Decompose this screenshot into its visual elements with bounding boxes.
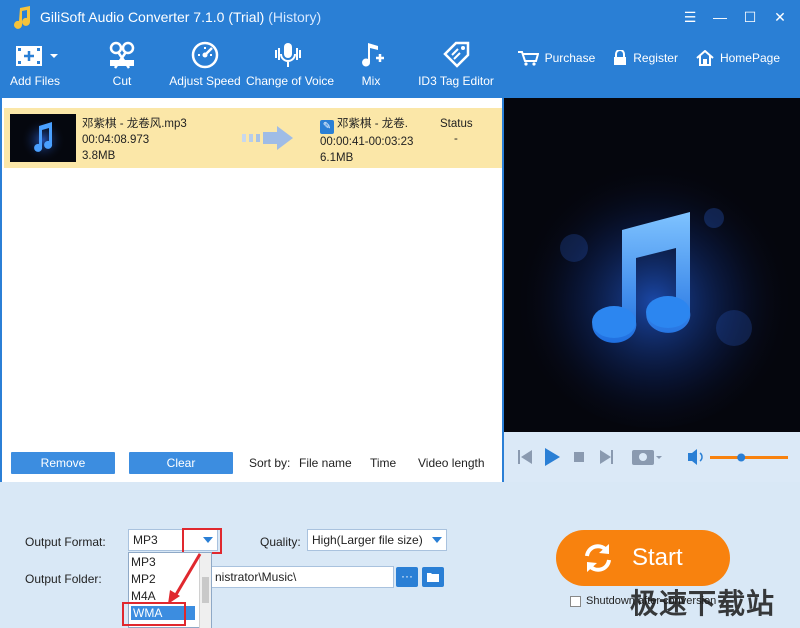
purchase-link[interactable]: Purchase [517, 50, 596, 66]
stop-icon[interactable] [574, 452, 584, 462]
file-thumbnail [10, 114, 76, 162]
scissors-icon [109, 41, 135, 69]
pointer-arrow-icon [168, 553, 202, 604]
shutdown-checkbox[interactable] [570, 595, 581, 607]
start-button[interactable]: Start [556, 530, 730, 586]
quality-value: High(Larger file size) [312, 533, 423, 547]
watermark-text: 极速下载站 [630, 587, 776, 620]
register-label: Register [633, 51, 678, 65]
browse-button[interactable]: ··· [396, 567, 418, 587]
register-link[interactable]: Register [613, 50, 678, 66]
folder-icon [427, 573, 439, 582]
purchase-label: Purchase [544, 51, 596, 65]
add-files-button[interactable]: Add Files [10, 40, 60, 88]
change-voice-button[interactable]: Change of Voice [246, 40, 335, 88]
output-file-name: 邓紫棋 - 龙卷. [337, 118, 408, 130]
convert-arrow-icon [240, 126, 296, 153]
title-bar: GiliSoft Audio Converter 7.1.0 (Trial) (… [0, 0, 800, 36]
change-voice-label: Change of Voice [246, 74, 335, 88]
source-size: 3.8MB [82, 150, 116, 162]
main-toolbar: Add Files Cut Adjust Speed Change of Voi… [0, 36, 800, 98]
microphone-wave-icon [275, 43, 301, 67]
maximize-icon[interactable]: ☐ [738, 6, 762, 28]
menu-icon[interactable]: ☰ [678, 6, 702, 28]
player-controls [504, 432, 800, 482]
app-title: GiliSoft Audio Converter 7.1.0 (Trial) [40, 9, 265, 25]
minimize-icon[interactable]: — [708, 6, 732, 28]
file-row[interactable]: 邓紫棋 - 龙卷风.mp3 00:04:08.973 3.8MB ✎ 邓紫棋 - … [4, 108, 502, 168]
format-option-m4a[interactable]: M4A [131, 589, 156, 603]
home-icon [696, 50, 714, 66]
output-range: 00:00:41-00:03:23 [320, 136, 414, 148]
history-link[interactable]: (History) [268, 9, 321, 25]
music-note-logo-icon [14, 6, 30, 29]
sort-time[interactable]: Time [370, 456, 396, 470]
cut-button[interactable]: Cut [100, 40, 144, 88]
volume-slider[interactable] [710, 453, 788, 462]
source-file-name: 邓紫棋 - 龙卷风.mp3 [82, 118, 187, 130]
volume-slider-thumb[interactable] [737, 453, 746, 462]
mix-button[interactable]: Mix [354, 40, 388, 88]
output-folder-value: nistrator\Music\ [215, 570, 297, 584]
music-mix-icon [362, 43, 384, 67]
speedometer-icon [191, 41, 219, 69]
sort-file-name[interactable]: File name [299, 456, 352, 470]
homepage-link[interactable]: HomePage [696, 50, 780, 66]
film-add-icon [16, 46, 58, 66]
edit-icon[interactable]: ✎ [320, 120, 334, 134]
status-header: Status [440, 118, 473, 130]
id3-tag-editor-button[interactable]: ID3 Tag Editor [416, 40, 496, 88]
volume-icon[interactable] [688, 449, 703, 465]
adjust-speed-button[interactable]: Adjust Speed [168, 40, 242, 88]
remove-button[interactable]: Remove [11, 452, 115, 474]
preview-panel [504, 98, 800, 432]
output-size: 6.1MB [320, 152, 354, 164]
source-info: 邓紫棋 - 龙卷风.mp3 00:04:08.973 3.8MB [82, 116, 187, 164]
start-label: Start [632, 544, 683, 571]
lock-icon [614, 50, 627, 65]
id3-tag-editor-label: ID3 Tag Editor [418, 74, 494, 88]
refresh-icon [585, 544, 611, 572]
browse-label: ··· [401, 569, 413, 583]
file-list[interactable]: 邓紫棋 - 龙卷风.mp3 00:04:08.973 3.8MB ✎ 邓紫棋 - … [2, 98, 502, 438]
list-controls: Remove Clear Sort by: File name Time Vid… [2, 438, 502, 482]
mix-label: Mix [361, 74, 381, 88]
output-folder-input[interactable]: nistrator\Music\ [210, 566, 394, 588]
open-folder-button[interactable] [422, 567, 444, 587]
music-thumbnail-icon [10, 114, 76, 162]
format-option-mp3[interactable]: MP3 [131, 555, 156, 569]
quality-select[interactable]: High(Larger file size) [307, 529, 447, 551]
source-duration: 00:04:08.973 [82, 134, 150, 146]
output-info: ✎ 邓紫棋 - 龙卷. 00:00:41-00:03:23 6.1MB [320, 116, 413, 166]
previous-icon[interactable] [518, 450, 532, 464]
chevron-down-icon[interactable] [432, 537, 442, 543]
sort-by-label: Sort by: [249, 456, 291, 470]
close-icon[interactable]: ✕ [768, 6, 792, 28]
tag-icon [443, 41, 470, 68]
add-files-label: Add Files [10, 74, 61, 88]
music-note-artwork-icon [504, 98, 800, 432]
output-format-label: Output Format: [25, 535, 106, 549]
cut-label: Cut [112, 74, 132, 88]
window-title: GiliSoft Audio Converter 7.1.0 (Trial) (… [40, 9, 321, 25]
play-icon[interactable] [545, 448, 560, 466]
format-option-mp2[interactable]: MP2 [131, 572, 156, 586]
homepage-label: HomePage [719, 51, 780, 65]
output-format-value: MP3 [133, 533, 158, 547]
snapshot-camera-icon[interactable] [632, 450, 662, 465]
quality-label: Quality: [260, 535, 301, 549]
output-folder-label: Output Folder: [25, 572, 102, 586]
cart-icon [517, 51, 539, 66]
sort-video-length[interactable]: Video length [418, 456, 485, 470]
highlight-box [182, 528, 222, 554]
clear-button[interactable]: Clear [129, 452, 233, 474]
status-value: - [454, 133, 458, 145]
next-icon[interactable] [600, 450, 613, 464]
adjust-speed-label: Adjust Speed [169, 74, 241, 88]
